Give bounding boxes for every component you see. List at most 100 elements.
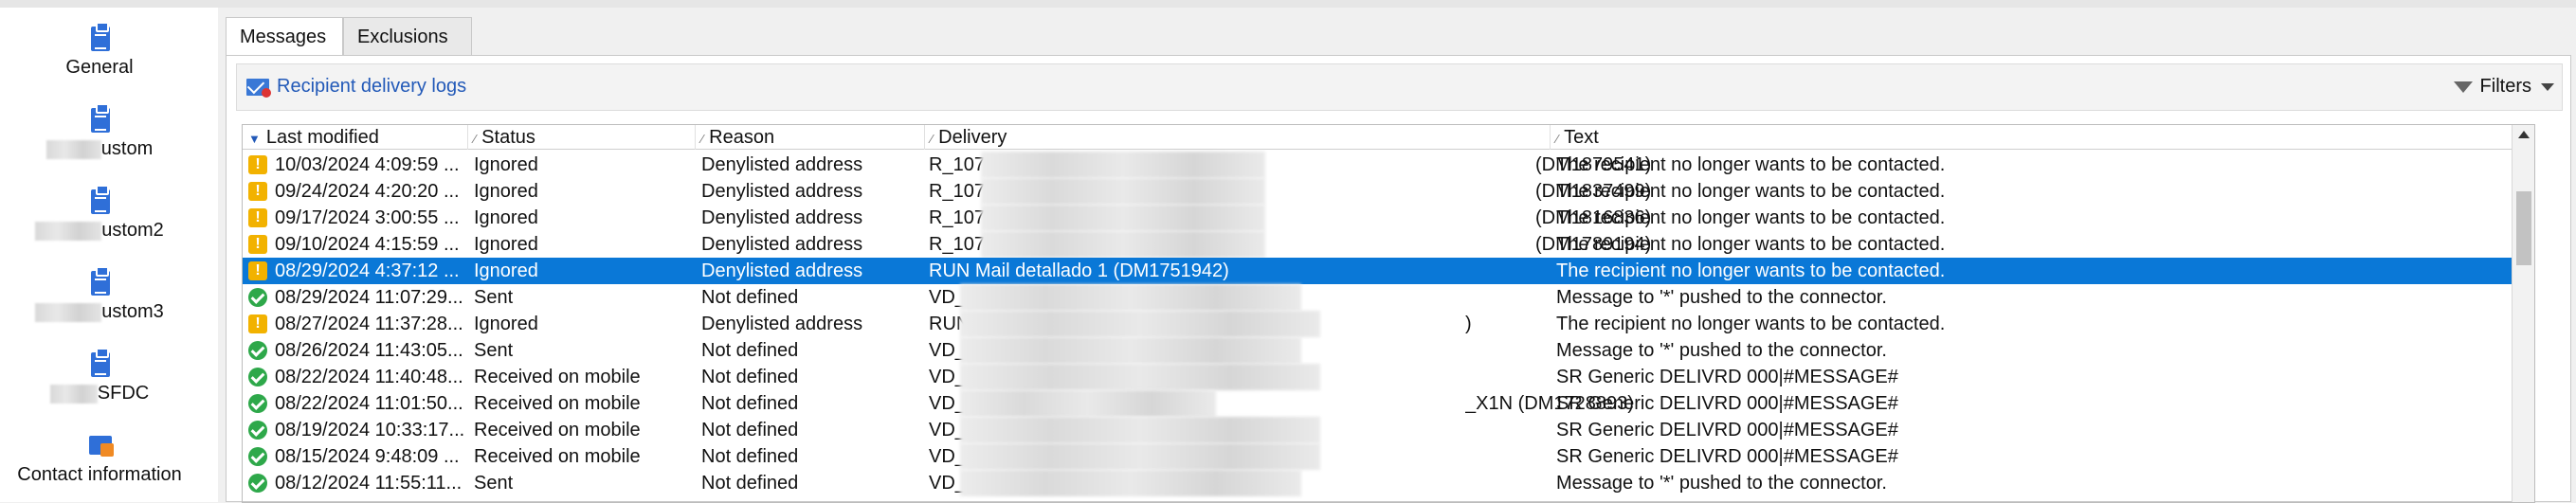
sort-icon: ⁄	[701, 132, 704, 146]
cell-text: Message to '*' pushed to the connector.	[1556, 340, 1887, 361]
cell-last-modified: 09/10/2024 4:15:59 ...	[275, 234, 460, 255]
column-header-text[interactable]: ⁄ Text	[1551, 125, 2513, 150]
table-row[interactable]: ! 09/17/2024 3:00:55 ... Ignored Denylisted…	[243, 205, 2534, 231]
cell-status: Sent	[474, 287, 514, 308]
column-header-last-modified[interactable]: ▼ Last modified	[243, 125, 468, 150]
filters-button[interactable]: Filters	[2453, 76, 2554, 98]
cell-text: Message to '*' pushed to the connector.	[1556, 473, 1887, 494]
column-header-status[interactable]: ⁄ Status	[468, 125, 696, 150]
redacted-text	[35, 302, 102, 322]
table-row[interactable]: 08/12/2024 11:55:11... Sent Not defined VD_…	[243, 470, 2534, 496]
sort-icon: ⁄	[1556, 132, 1559, 146]
table-row[interactable]: 08/15/2024 9:48:09 ... Received on mobile…	[243, 443, 2534, 470]
cell-status: Received on mobile	[474, 393, 641, 414]
filters-label: Filters	[2479, 76, 2531, 97]
cell-text: The recipient no longer wants to be cont…	[1556, 260, 1946, 281]
cell-text: The recipient no longer wants to be cont…	[1556, 314, 1946, 334]
table-row[interactable]: ! 08/27/2024 11:37:28... Ignored Denylisted…	[243, 311, 2534, 337]
check-circle-icon	[248, 474, 267, 493]
clipboard-icon	[85, 21, 114, 53]
sidebar-item-label: ustom	[100, 138, 154, 159]
warning-icon: !	[248, 155, 267, 174]
cell-status: Ignored	[474, 207, 538, 228]
tab-exclusions[interactable]: Exclusions	[343, 17, 472, 55]
cell-status: Ignored	[474, 260, 538, 281]
sidebar-item-custom[interactable]: ustom	[0, 102, 199, 160]
cell-delivery: RUN Mail detallado 1 (DM1751942)	[929, 260, 1229, 281]
redacted-delivery-text	[960, 311, 1320, 337]
check-circle-icon	[248, 341, 267, 360]
cell-reason: Not defined	[701, 420, 799, 440]
table-row[interactable]: ! 09/10/2024 4:15:59 ... Ignored Denylisted…	[243, 231, 2534, 258]
table-row[interactable]: ! 09/24/2024 4:20:20 ... Ignored Denylisted…	[243, 178, 2534, 205]
cell-text: The recipient no longer wants to be cont…	[1556, 234, 1946, 255]
chevron-down-icon	[2541, 82, 2554, 91]
top-strip	[0, 0, 2576, 8]
column-header-reason[interactable]: ⁄ Reason	[696, 125, 925, 150]
sidebar-item-custom2[interactable]: ustom2	[0, 184, 199, 242]
redacted-delivery-text	[960, 390, 1216, 417]
scrollbar-thumb[interactable]	[2516, 191, 2531, 265]
column-header-delivery[interactable]: ⁄ Delivery	[925, 125, 1551, 150]
tab-messages[interactable]: Messages	[226, 17, 343, 57]
delivery-log-icon	[246, 78, 271, 98]
table-row[interactable]: 08/22/2024 11:40:48... Received on mobile…	[243, 364, 2534, 390]
sidebar-item-sfdc[interactable]: SFDC	[0, 347, 199, 404]
table-row[interactable]: ! 10/03/2024 4:09:59 ... Ignored Denylisted…	[243, 152, 2534, 178]
cell-text: The recipient no longer wants to be cont…	[1556, 154, 1946, 175]
redacted-text	[49, 384, 98, 404]
cell-last-modified: 09/17/2024 3:00:55 ...	[275, 207, 460, 228]
cell-text: The recipient no longer wants to be cont…	[1556, 181, 1946, 202]
sidebar-item-label: Contact information	[17, 464, 182, 485]
redacted-delivery-text	[960, 337, 1301, 364]
cell-reason: Denylisted address	[701, 154, 863, 175]
delivery-log-table: ▼ Last modified ⁄ Status ⁄ Reason ⁄ Delivery…	[242, 124, 2535, 503]
cell-status: Received on mobile	[474, 367, 641, 387]
redacted-delivery-text	[981, 152, 1265, 178]
cell-reason: Not defined	[701, 393, 799, 414]
cell-last-modified: 08/26/2024 11:43:05...	[275, 340, 463, 361]
clipboard-icon	[85, 102, 114, 135]
clipboard-icon	[85, 347, 114, 379]
toolbar: Recipient delivery logs Filters	[236, 63, 2563, 111]
check-circle-icon	[248, 447, 267, 466]
table-row[interactable]: 08/22/2024 11:01:50... Received on mobile…	[243, 390, 2534, 417]
table-row[interactable]: 08/19/2024 10:33:17... Received on mobile…	[243, 417, 2534, 443]
sidebar-item-label: SFDC	[97, 383, 150, 404]
sidebar-item-label: ustom3	[101, 301, 164, 322]
sort-icon: ⁄	[931, 132, 934, 146]
messages-panel: Recipient delivery logs Filters ▼ Last mo…	[226, 55, 2571, 503]
cell-status: Ignored	[474, 234, 538, 255]
redacted-delivery-text	[960, 284, 1301, 311]
scroll-up-arrow-icon[interactable]	[2518, 131, 2530, 138]
redacted-delivery-text	[960, 443, 1320, 470]
cell-reason: Denylisted address	[701, 260, 863, 281]
cell-text: SR Generic DELIVRD 000|#MESSAGE#	[1556, 420, 1898, 440]
warning-icon: !	[248, 208, 267, 227]
sidebar-item-general[interactable]: General	[0, 21, 199, 79]
cell-status: Received on mobile	[474, 446, 641, 467]
cell-text: The recipient no longer wants to be cont…	[1556, 207, 1946, 228]
table-row[interactable]: 08/29/2024 11:07:29... Sent Not defined VD_…	[243, 284, 2534, 311]
recipient-delivery-logs-button[interactable]: Recipient delivery logs	[246, 76, 466, 98]
table-row[interactable]: 08/26/2024 11:43:05... Sent Not defined VD_…	[243, 337, 2534, 364]
cell-last-modified: 08/12/2024 11:55:11...	[275, 473, 463, 494]
cell-reason: Not defined	[701, 367, 799, 387]
redacted-text	[35, 221, 102, 241]
cell-reason: Denylisted address	[701, 314, 863, 334]
sidebar: General ustom ustom2 ustom3 SFDC Contact…	[0, 8, 218, 502]
redacted-delivery-text	[960, 470, 1301, 496]
sidebar-item-contact-information[interactable]: Contact information	[0, 428, 199, 486]
sidebar-item-custom3[interactable]: ustom3	[0, 265, 199, 323]
contact-card-icon	[85, 428, 114, 460]
cell-status: Ignored	[474, 314, 538, 334]
cell-text: SR Generic DELIVRD 000|#MESSAGE#	[1556, 367, 1898, 387]
cell-last-modified: 08/22/2024 11:01:50...	[275, 393, 463, 414]
table-row[interactable]: ! 08/29/2024 4:37:12 ... Ignored Denylisted…	[243, 258, 2534, 284]
sort-icon: ⁄	[474, 132, 477, 146]
cell-status: Sent	[474, 473, 514, 494]
check-circle-icon	[248, 368, 267, 386]
check-circle-icon	[248, 288, 267, 307]
vertical-scrollbar[interactable]	[2512, 125, 2534, 502]
redacted-delivery-text	[960, 364, 1320, 390]
